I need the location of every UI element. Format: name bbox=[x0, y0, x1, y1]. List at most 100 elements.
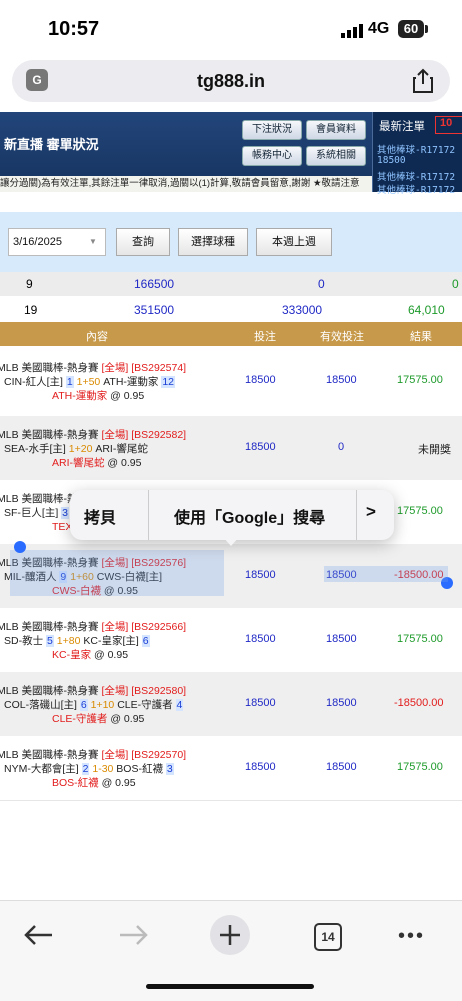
home-score: 2 bbox=[81, 763, 90, 775]
battery-cap bbox=[425, 25, 428, 33]
bet-match-line: CIN-紅人[主] 1 1+50 ATH-運動家 12 bbox=[4, 374, 176, 389]
pick-team: KC-皇家 bbox=[52, 649, 92, 661]
pick-team: ATH-運動家 bbox=[52, 390, 108, 402]
result-cell: 17575.00 bbox=[397, 761, 443, 773]
valid-cell: 18500 bbox=[326, 697, 357, 709]
away-score: 6 bbox=[141, 635, 150, 647]
chevron-down-icon: ▼ bbox=[89, 237, 97, 246]
handicap-line: 1-30 bbox=[92, 763, 114, 775]
bet-league-line: MLB 美國職棒-熱身賽 [全場] [BS292570] bbox=[0, 747, 186, 762]
home-score: 5 bbox=[46, 635, 54, 647]
system-button[interactable]: 系統相關 bbox=[306, 146, 366, 166]
table-header: 內容 投注 有效投注 結果 bbox=[0, 322, 462, 346]
share-icon[interactable] bbox=[412, 68, 434, 94]
bet-pick-line: KC-皇家 @ 0.95 bbox=[52, 647, 128, 662]
home-score: 6 bbox=[79, 699, 88, 711]
valid-cell: 0 bbox=[338, 441, 345, 453]
back-icon[interactable] bbox=[22, 923, 54, 947]
more-menu-item[interactable]: > bbox=[366, 502, 376, 522]
latest-item[interactable]: 其他棒球-R17172 bbox=[377, 182, 455, 196]
clock: 10:57 bbox=[48, 18, 100, 40]
site-header: 新直播 審單狀況 下注狀況 會員資料 帳務中心 系統相關 讓分過關)為有效注單,… bbox=[0, 112, 462, 196]
handicap-line: 1+80 bbox=[56, 635, 81, 647]
league-name: MLB 美國職棒-熱身賽 bbox=[0, 362, 99, 374]
live-nav-text[interactable]: 新直播 審單狀況 bbox=[4, 134, 99, 153]
home-team: SD-教士 bbox=[4, 635, 44, 647]
latest-title: 最新注單 bbox=[379, 121, 425, 133]
bet-code: [BS292570] bbox=[131, 749, 187, 761]
home-team: SEA-水手[主] bbox=[4, 443, 66, 455]
market-type: [全場] bbox=[101, 685, 129, 697]
latest-count: 10 bbox=[435, 116, 462, 134]
table-row: MLB 美國職棒-熱身賽 [全場] [BS292570] NYM-大都會[主] 2… bbox=[0, 736, 462, 801]
away-team: ARI-響尾蛇 bbox=[95, 443, 148, 455]
result-cell: 17575.00 bbox=[397, 374, 443, 386]
date-value: 3/16/2025 bbox=[13, 236, 62, 248]
col-content: 內容 bbox=[86, 331, 108, 343]
pick-team: ARI-響尾蛇 bbox=[52, 457, 105, 469]
stake-cell: 18500 bbox=[245, 761, 276, 773]
latest-item[interactable]: 其他棒球-R17172 bbox=[377, 169, 455, 183]
result-cell: -18500.00 bbox=[394, 697, 444, 709]
select-sport-button[interactable]: 選擇球種 bbox=[178, 228, 248, 256]
selection-handle-start[interactable] bbox=[14, 541, 26, 553]
tabs-button[interactable]: 14 bbox=[314, 923, 342, 951]
address-bar[interactable]: G tg888.in bbox=[12, 60, 450, 102]
filter-bar: 3/16/2025 ▼ 查詢 選擇球種 本週上週 bbox=[0, 212, 462, 272]
stake-cell: 18500 bbox=[245, 569, 276, 581]
bet-league-line: MLB 美國職棒-熱身賽 [全場] [BS292574] bbox=[0, 360, 186, 375]
table-row: MLB 美國職棒-熱身賽 [全場] [BS292574] CIN-紅人[主] 1 … bbox=[0, 346, 462, 417]
battery-icon: 60 bbox=[398, 20, 424, 38]
plus-icon bbox=[220, 925, 240, 945]
away-score: 12 bbox=[161, 376, 176, 388]
signal-icon bbox=[341, 24, 363, 38]
network-type: 4G bbox=[368, 20, 390, 37]
result-cell: 64,010 bbox=[408, 303, 445, 317]
date-select[interactable]: 3/16/2025 ▼ bbox=[8, 228, 106, 256]
home-score: 3 bbox=[61, 507, 70, 519]
bet-code: [BS292582] bbox=[131, 429, 187, 441]
text-selection bbox=[324, 566, 448, 582]
away-score: 3 bbox=[165, 763, 174, 775]
account-center-button[interactable]: 帳務中心 bbox=[242, 146, 302, 166]
odds: @ 0.95 bbox=[110, 713, 145, 725]
google-search-menu-item[interactable]: 使用「Google」搜尋 bbox=[174, 504, 325, 528]
latest-item[interactable]: 其他棒球-R17172 bbox=[377, 142, 455, 156]
odds: @ 0.95 bbox=[101, 777, 136, 789]
divider bbox=[148, 490, 149, 540]
more-options-icon[interactable]: ••• bbox=[398, 925, 425, 948]
bet-pick-line: ARI-響尾蛇 @ 0.95 bbox=[52, 455, 141, 470]
valid-cell: 18500 bbox=[326, 633, 357, 645]
odds: @ 0.95 bbox=[107, 457, 142, 469]
copy-menu-item[interactable]: 拷貝 bbox=[84, 504, 116, 528]
forward-icon[interactable] bbox=[118, 923, 150, 947]
home-score: 1 bbox=[65, 376, 74, 388]
bet-match-line: SD-教士 5 1+80 KC-皇家[主] 6 bbox=[4, 633, 150, 648]
odds: @ 0.95 bbox=[110, 390, 145, 402]
query-button[interactable]: 查詢 bbox=[116, 228, 170, 256]
away-team: BOS-紅襪 bbox=[116, 763, 163, 775]
market-type: [全場] bbox=[101, 362, 129, 374]
pick-team: BOS-紅襪 bbox=[52, 777, 99, 789]
latest-item: 18500 bbox=[377, 155, 406, 166]
stake-cell: 18500 bbox=[245, 633, 276, 645]
col-valid: 有效投注 bbox=[320, 331, 364, 343]
home-team: SF-巨人[主] bbox=[4, 507, 59, 519]
stake-cell: 18500 bbox=[245, 697, 276, 709]
week-toggle-button[interactable]: 本週上週 bbox=[256, 228, 332, 256]
member-info-button[interactable]: 會員資料 bbox=[306, 120, 366, 140]
valid-cell: 0 bbox=[318, 277, 325, 291]
new-tab-button[interactable] bbox=[210, 915, 250, 955]
marquee-notice: 讓分過關)為有效注單,其餘注單一律取消,過關以(1)計算,敬請會員留意,謝謝 ★… bbox=[0, 176, 372, 192]
bet-league-line: MLB 美國職棒-熱身賽 [全場] [BS292582] bbox=[0, 427, 186, 442]
url-text[interactable]: tg888.in bbox=[12, 71, 450, 92]
result-cell: 17575.00 bbox=[397, 633, 443, 645]
bet-status-button[interactable]: 下注狀況 bbox=[242, 120, 302, 140]
context-menu-pointer bbox=[222, 536, 240, 546]
valid-cell: 18500 bbox=[326, 374, 357, 386]
bet-match-line: COL-落磯山[主] 6 1+10 CLE-守護者 4 bbox=[4, 697, 184, 712]
league-name: MLB 美國職棒-熱身賽 bbox=[0, 429, 99, 441]
bet-league-line: MLB 美國職棒-熱身賽 [全場] [BS292580] bbox=[0, 683, 186, 698]
table-row: MLB 美國職棒-熱身賽 [全場] [BS292566] SD-教士 5 1+80… bbox=[0, 608, 462, 673]
handicap-line: 1+20 bbox=[68, 443, 93, 455]
